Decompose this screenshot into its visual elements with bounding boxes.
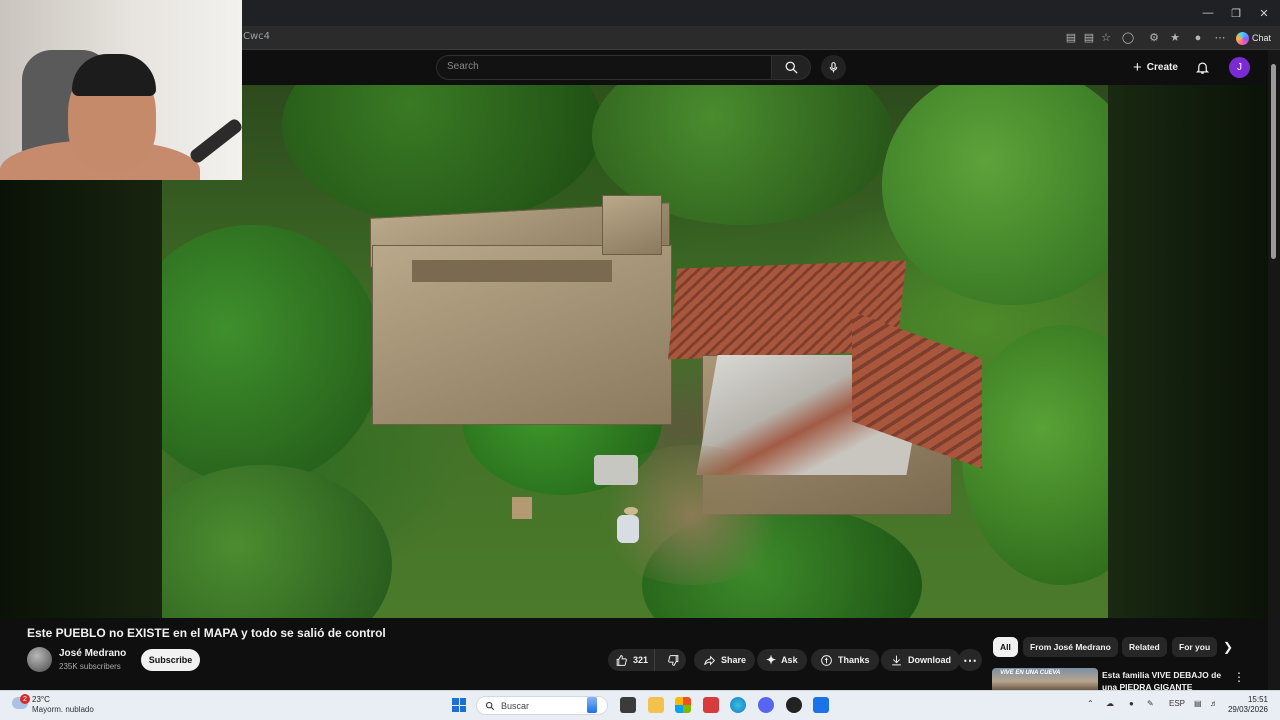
weather-badge: 2 bbox=[20, 694, 30, 704]
plus-icon: + bbox=[1133, 59, 1142, 76]
ask-button[interactable]: ✦ Ask bbox=[757, 649, 807, 671]
browser-essentials-icon[interactable]: ◯ bbox=[1121, 31, 1135, 45]
app-available-icon[interactable]: ▤ bbox=[1064, 31, 1078, 45]
create-label: Create bbox=[1146, 62, 1178, 73]
widget-app-icon[interactable] bbox=[587, 697, 597, 713]
more-actions-button[interactable]: ⋯ bbox=[958, 649, 982, 671]
file-explorer-icon[interactable] bbox=[648, 697, 664, 713]
dislike-button[interactable] bbox=[660, 649, 686, 671]
subscribe-button[interactable]: Subscribe bbox=[141, 649, 200, 671]
video-title: Este PUEBLO no EXISTE en el MAPA y todo … bbox=[27, 626, 386, 640]
wps-office-icon[interactable] bbox=[703, 697, 719, 713]
language-indicator[interactable]: ESP bbox=[1169, 699, 1185, 708]
download-label: Download bbox=[908, 655, 951, 665]
like-button[interactable]: 321 bbox=[608, 649, 655, 671]
start-button[interactable] bbox=[452, 698, 466, 712]
more-horizontal-icon: ⋯ bbox=[963, 651, 977, 668]
copilot-chat-button[interactable]: Chat bbox=[1236, 29, 1271, 47]
profile-icon[interactable]: ● bbox=[1191, 31, 1205, 45]
search-icon bbox=[785, 61, 798, 74]
more-options-icon[interactable]: ⋯ bbox=[1213, 31, 1227, 45]
download-icon bbox=[892, 655, 901, 665]
favorites-icon[interactable]: ★ bbox=[1168, 31, 1182, 45]
weather-description: Mayorm. nublado bbox=[32, 705, 94, 714]
microsoft-365-icon[interactable] bbox=[675, 697, 691, 713]
taskbar-clock[interactable]: 15:51 29/03/2026 bbox=[1226, 695, 1268, 715]
share-button[interactable]: Share bbox=[694, 649, 756, 671]
account-avatar[interactable]: J bbox=[1229, 57, 1250, 78]
microphone-icon bbox=[829, 62, 838, 73]
channel-subscribers: 235K subscribers bbox=[59, 662, 121, 671]
volume-icon[interactable]: ♬ bbox=[1210, 699, 1218, 708]
sparkle-icon: ✦ bbox=[766, 653, 777, 667]
share-label: Share bbox=[721, 655, 747, 665]
search-button[interactable] bbox=[771, 55, 811, 80]
chip-all[interactable]: All bbox=[993, 637, 1018, 657]
thumbs-down-icon bbox=[667, 654, 678, 666]
edge-browser-icon[interactable] bbox=[730, 697, 746, 713]
onedrive-icon[interactable]: ☁ bbox=[1106, 699, 1114, 708]
translate-icon[interactable]: ▤ bbox=[1082, 31, 1096, 45]
thanks-label: Thanks bbox=[838, 655, 870, 665]
restore-button[interactable]: ❐ bbox=[1222, 0, 1250, 26]
weather-temperature: 23°C bbox=[32, 695, 50, 704]
more-vertical-icon[interactable]: ⋮ bbox=[1233, 670, 1245, 684]
webcam-overlay bbox=[0, 0, 242, 180]
search-input[interactable] bbox=[436, 55, 772, 80]
pen-icon[interactable]: ✎ bbox=[1147, 699, 1154, 708]
chevron-right-icon[interactable]: ❯ bbox=[1220, 639, 1236, 655]
taskbar-search-label: Buscar bbox=[501, 700, 530, 711]
minimize-button[interactable]: — bbox=[1194, 0, 1222, 26]
wifi-icon[interactable]: ▤ bbox=[1194, 699, 1202, 708]
extensions-icon[interactable]: ⚙ bbox=[1147, 31, 1161, 45]
chip-from-channel[interactable]: From José Medrano bbox=[1023, 637, 1118, 657]
favorite-star-icon[interactable]: ☆ bbox=[1099, 31, 1113, 45]
clock-time: 15:51 bbox=[1247, 695, 1268, 704]
create-button[interactable]: + Create bbox=[1125, 55, 1186, 80]
chip-for-you[interactable]: For you bbox=[1172, 637, 1218, 657]
scrollbar-thumb[interactable] bbox=[1271, 64, 1276, 259]
channel-name[interactable]: José Medrano bbox=[59, 648, 126, 659]
like-count: 321 bbox=[633, 655, 649, 665]
super-thanks-icon bbox=[821, 654, 832, 666]
video-player[interactable] bbox=[162, 85, 1108, 618]
copilot-icon bbox=[1236, 31, 1249, 45]
download-button[interactable]: Download bbox=[881, 649, 960, 671]
task-view-icon[interactable] bbox=[620, 697, 636, 713]
recommended-thumbnail-text: VIVE EN UNA CUEVA bbox=[1000, 670, 1061, 676]
close-window-button[interactable]: ✕ bbox=[1250, 0, 1278, 26]
notifications-button[interactable] bbox=[1193, 58, 1212, 77]
search-placeholder: Search bbox=[447, 61, 479, 72]
ask-label: Ask bbox=[781, 655, 798, 665]
search-icon bbox=[485, 701, 495, 710]
thanks-button[interactable]: Thanks bbox=[811, 649, 879, 671]
share-icon bbox=[704, 655, 716, 665]
microphone-prop bbox=[188, 117, 242, 165]
voice-search-button[interactable] bbox=[821, 55, 846, 80]
discord-icon[interactable] bbox=[758, 697, 774, 713]
chat-label: Chat bbox=[1252, 33, 1272, 43]
clock-date: 29/03/2026 bbox=[1227, 705, 1268, 714]
network-icon[interactable]: ● bbox=[1129, 699, 1134, 708]
app-icon[interactable] bbox=[813, 697, 829, 713]
like-dislike-group: 321 bbox=[608, 649, 686, 671]
chip-related[interactable]: Related bbox=[1122, 637, 1167, 657]
channel-avatar[interactable] bbox=[27, 647, 52, 672]
url-text[interactable]: Cwc4 bbox=[243, 31, 270, 42]
chevron-up-icon[interactable]: ⌃ bbox=[1087, 699, 1094, 708]
steam-icon[interactable] bbox=[786, 697, 802, 713]
thumbs-up-icon bbox=[616, 654, 627, 666]
bell-icon bbox=[1195, 62, 1210, 74]
